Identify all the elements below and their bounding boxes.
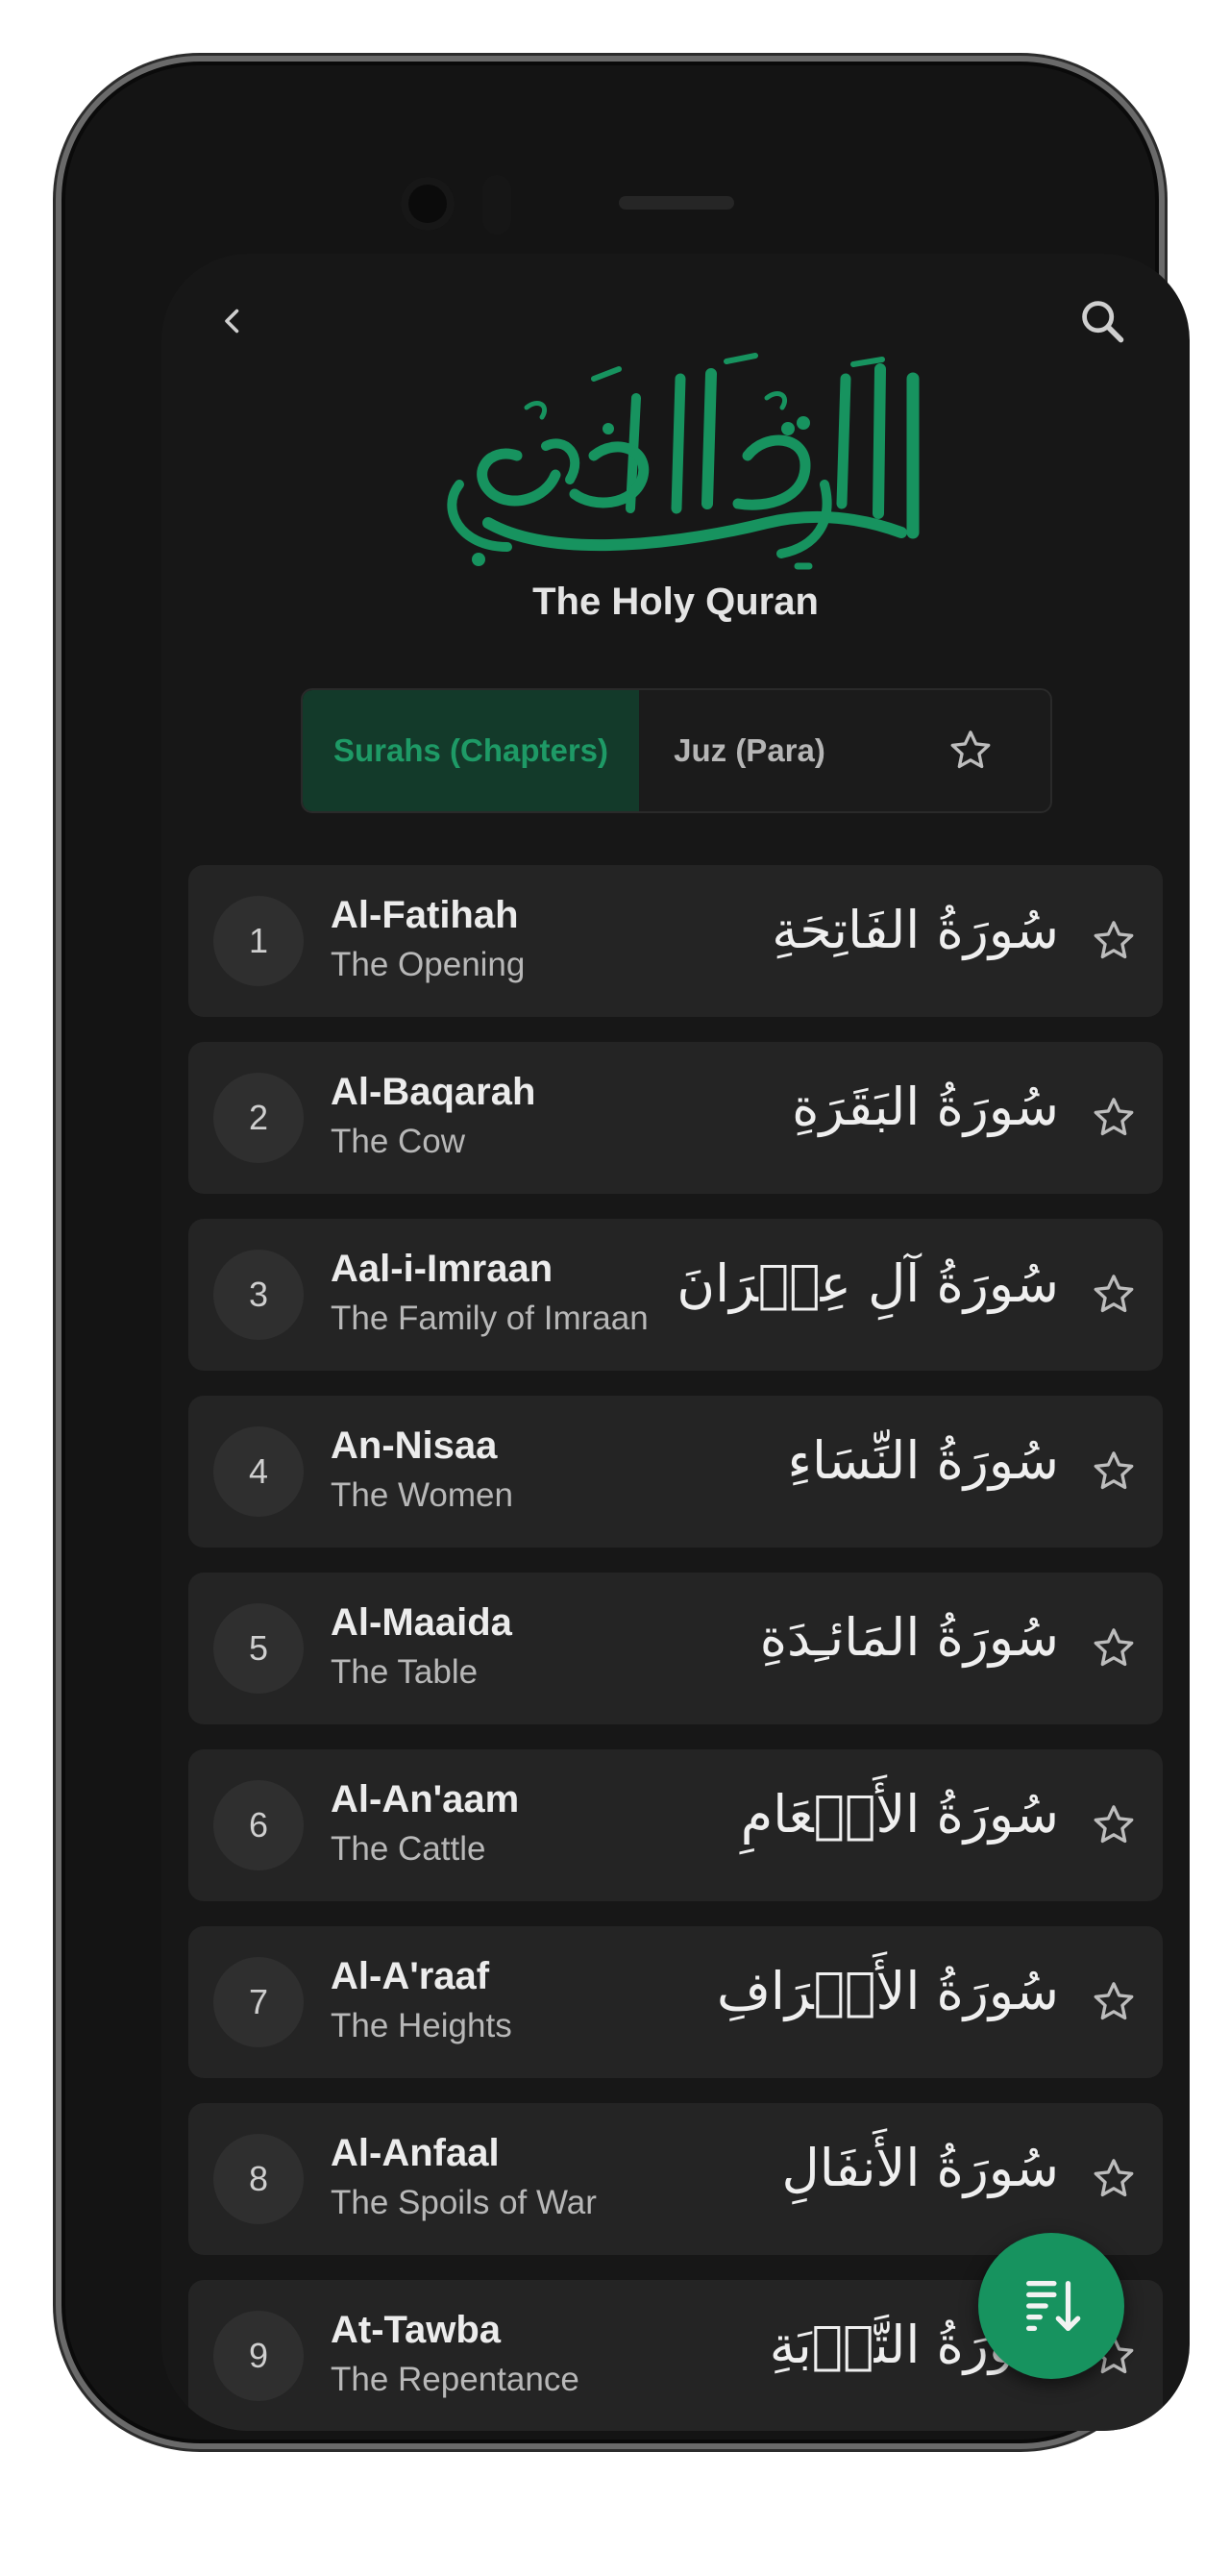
surah-row[interactable]: 4 An-Nisaa The Women سُورَةُ النِّسَاءِ xyxy=(188,1396,1163,1548)
surah-translation: The Opening xyxy=(331,946,526,983)
surah-name: At-Tawba xyxy=(331,2309,502,2351)
back-button[interactable] xyxy=(204,292,261,350)
surah-name: An-Nisaa xyxy=(331,1424,498,1467)
star-outline-icon[interactable] xyxy=(1090,1271,1138,1319)
surah-name: Al-Fatihah xyxy=(331,894,519,936)
search-button[interactable] xyxy=(1071,290,1133,352)
surah-arabic-name: سُورَةُ الأَنفَالِ xyxy=(781,2138,1059,2198)
tab-favorites[interactable] xyxy=(889,690,1050,811)
search-icon xyxy=(1082,301,1124,343)
proximity-sensor xyxy=(482,175,511,235)
surah-name: Al-Anfaal xyxy=(331,2132,500,2174)
quran-calligraphy-logo xyxy=(447,353,920,570)
earpiece-speaker xyxy=(619,196,734,210)
surah-row[interactable]: 2 Al-Baqarah The Cow سُورَةُ البَقَرَةِ xyxy=(188,1042,1163,1194)
surah-arabic-name: سُورَةُ الفَاتِحَةِ xyxy=(772,900,1059,960)
surah-arabic-name: سُورَةُ البَقَرَةِ xyxy=(792,1077,1059,1137)
sort-descending-icon xyxy=(1026,2281,1081,2331)
surah-translation: The Women xyxy=(331,1476,513,1514)
surah-row[interactable]: 7 Al-A'raaf The Heights سُورَةُ الأَعۡرَ… xyxy=(188,1926,1163,2078)
tab-bar: Surahs (Chapters) Juz (Para) xyxy=(301,688,1052,813)
star-outline-icon[interactable] xyxy=(1090,1801,1138,1849)
sort-button[interactable] xyxy=(978,2233,1124,2379)
surah-name: Al-Maaida xyxy=(331,1601,512,1644)
star-outline-icon[interactable] xyxy=(1090,2155,1138,2203)
star-outline-icon[interactable] xyxy=(1090,1978,1138,2026)
surah-translation: The Family of Imraan xyxy=(331,1300,649,1337)
surah-arabic-name: سُورَةُ النِّسَاءِ xyxy=(787,1430,1059,1491)
surah-arabic-name: سُورَةُ آلِ عِمۡرَانَ xyxy=(676,1253,1059,1314)
surah-row[interactable]: 6 Al-An'aam The Cattle سُورَةُ الأَنۡعَا… xyxy=(188,1749,1163,1901)
surah-row[interactable]: 5 Al-Maaida The Table سُورَةُ المَائـِدَ… xyxy=(188,1573,1163,1724)
surah-row[interactable]: 1 Al-Fatihah The Opening سُورَةُ الفَاتِ… xyxy=(188,865,1163,1017)
surah-number: 2 xyxy=(213,1073,304,1163)
phone-frame: The Holy Quran Surahs (Chapters) Juz (Pa… xyxy=(56,56,1190,2449)
surah-name: Al-A'raaf xyxy=(331,1955,490,1997)
tab-juz[interactable]: Juz (Para) xyxy=(639,690,860,811)
surah-row[interactable]: 3 Aal-i-Imraan The Family of Imraan سُور… xyxy=(188,1219,1163,1371)
surah-translation: The Heights xyxy=(331,2007,512,2044)
surah-arabic-name: سُورَةُ الأَعۡرَافِ xyxy=(716,1961,1059,2021)
surah-name: Al-An'aam xyxy=(331,1778,520,1821)
surah-name: Al-Baqarah xyxy=(331,1071,536,1113)
surah-number: 5 xyxy=(213,1603,304,1694)
app-title: The Holy Quran xyxy=(532,581,819,623)
surah-arabic-name: سُورَةُ المَائـِدَةِ xyxy=(759,1607,1059,1668)
surah-number: 4 xyxy=(213,1426,304,1517)
surah-number: 3 xyxy=(213,1250,304,1340)
tab-surahs[interactable]: Surahs (Chapters) xyxy=(303,690,639,811)
surah-number: 9 xyxy=(213,2311,304,2401)
surah-translation: The Cattle xyxy=(331,1830,486,1868)
star-outline-icon[interactable] xyxy=(1090,1448,1138,1496)
app-screen: The Holy Quran Surahs (Chapters) Juz (Pa… xyxy=(161,254,1190,2431)
surah-number: 8 xyxy=(213,2134,304,2224)
surah-translation: The Cow xyxy=(331,1123,466,1160)
star-outline-icon[interactable] xyxy=(1090,1094,1138,1142)
star-outline-icon[interactable] xyxy=(1090,917,1138,965)
surah-number: 7 xyxy=(213,1957,304,2047)
surah-number: 1 xyxy=(213,896,304,986)
star-outline-icon[interactable] xyxy=(1090,1624,1138,1672)
surah-translation: The Repentance xyxy=(331,2361,579,2398)
camera-lens xyxy=(401,177,455,231)
surah-translation: The Spoils of War xyxy=(331,2184,597,2221)
surah-number: 6 xyxy=(213,1780,304,1870)
surah-translation: The Table xyxy=(331,1653,479,1691)
chevron-left-icon xyxy=(225,309,239,334)
surah-name: Aal-i-Imraan xyxy=(331,1248,554,1290)
surah-row[interactable]: 8 Al-Anfaal The Spoils of War سُورَةُ ال… xyxy=(188,2103,1163,2255)
surah-arabic-name: سُورَةُ الأَنۡعَامِ xyxy=(740,1784,1059,1845)
star-outline-icon xyxy=(950,731,991,769)
